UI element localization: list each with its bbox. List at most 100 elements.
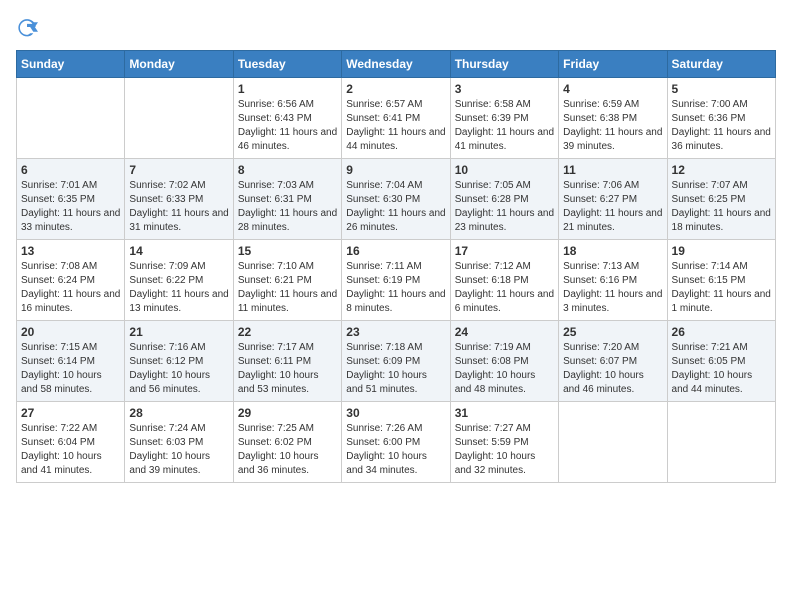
day-info: Sunrise: 7:12 AM Sunset: 6:18 PM Dayligh… [455,260,554,316]
calendar-week-row: 13 Sunrise: 7:08 AM Sunset: 6:24 PM Dayli… [17,240,776,321]
day-number: 29 [238,406,337,420]
calendar-cell: 29 Sunrise: 7:25 AM Sunset: 6:02 PM Dayli… [233,402,341,483]
day-number: 24 [455,325,554,339]
day-number: 21 [129,325,228,339]
calendar-cell: 17 Sunrise: 7:12 AM Sunset: 6:18 PM Dayli… [450,240,558,321]
calendar-cell: 10 Sunrise: 7:05 AM Sunset: 6:28 PM Dayli… [450,159,558,240]
day-info: Sunrise: 7:24 AM Sunset: 6:03 PM Dayligh… [129,422,228,478]
day-number: 17 [455,244,554,258]
calendar-cell: 21Sunrise: 7:16 AM Sunset: 6:12 PM Dayli… [125,321,233,402]
calendar-cell: 12 Sunrise: 7:07 AM Sunset: 6:25 PM Dayli… [667,159,775,240]
calendar-cell: 18 Sunrise: 7:13 AM Sunset: 6:16 PM Dayli… [559,240,667,321]
day-info: Sunrise: 7:19 AM Sunset: 6:08 PM Dayligh… [455,341,554,397]
calendar-cell: 27 Sunrise: 7:22 AM Sunset: 6:04 PM Dayli… [17,402,125,483]
calendar-cell: 5 Sunrise: 7:00 AM Sunset: 6:36 PM Daylig… [667,78,775,159]
calendar-cell: 9 Sunrise: 7:04 AM Sunset: 6:30 PM Daylig… [342,159,450,240]
day-number: 25 [563,325,662,339]
calendar-cell: 20 Sunrise: 7:15 AM Sunset: 6:14 PM Dayli… [17,321,125,402]
calendar-cell: 3 Sunrise: 6:58 AM Sunset: 6:39 PM Daylig… [450,78,558,159]
day-number: 26 [672,325,771,339]
day-number: 5 [672,82,771,96]
weekday-header: Tuesday [233,51,341,78]
day-number: 20 [21,325,120,339]
day-info: Sunrise: 7:04 AM Sunset: 6:30 PM Dayligh… [346,179,445,235]
day-number: 22 [238,325,337,339]
calendar-cell [559,402,667,483]
day-info: Sunrise: 7:17 AM Sunset: 6:11 PM Dayligh… [238,341,337,397]
day-info: Sunrise: 7:15 AM Sunset: 6:14 PM Dayligh… [21,341,120,397]
day-number: 14 [129,244,228,258]
day-number: 28 [129,406,228,420]
weekday-header: Monday [125,51,233,78]
day-info: Sunrise: 7:00 AM Sunset: 6:36 PM Dayligh… [672,98,771,154]
day-number: 18 [563,244,662,258]
day-number: 11 [563,163,662,177]
calendar-cell: 4Sunrise: 6:59 AM Sunset: 6:38 PM Daylig… [559,78,667,159]
logo-icon [16,16,38,38]
calendar-cell: 24 Sunrise: 7:19 AM Sunset: 6:08 PM Dayli… [450,321,558,402]
day-number: 2 [346,82,445,96]
day-info: Sunrise: 7:08 AM Sunset: 6:24 PM Dayligh… [21,260,120,316]
calendar-cell: 31 Sunrise: 7:27 AM Sunset: 5:59 PM Dayli… [450,402,558,483]
calendar-cell: 11Sunrise: 7:06 AM Sunset: 6:27 PM Dayli… [559,159,667,240]
day-info: Sunrise: 7:26 AM Sunset: 6:00 PM Dayligh… [346,422,445,478]
day-number: 30 [346,406,445,420]
page-header [16,16,776,38]
day-number: 4 [563,82,662,96]
calendar-cell: 8 Sunrise: 7:03 AM Sunset: 6:31 PM Daylig… [233,159,341,240]
calendar-cell: 14 Sunrise: 7:09 AM Sunset: 6:22 PM Dayli… [125,240,233,321]
day-info: Sunrise: 7:18 AM Sunset: 6:09 PM Dayligh… [346,341,445,397]
weekday-header: Wednesday [342,51,450,78]
weekday-header: Friday [559,51,667,78]
calendar-week-row: 1 Sunrise: 6:56 AM Sunset: 6:43 PM Daylig… [17,78,776,159]
day-number: 27 [21,406,120,420]
calendar-cell: 26Sunrise: 7:21 AM Sunset: 6:05 PM Dayli… [667,321,775,402]
day-number: 9 [346,163,445,177]
day-info: Sunrise: 6:57 AM Sunset: 6:41 PM Dayligh… [346,98,445,154]
calendar-cell: 15Sunrise: 7:10 AM Sunset: 6:21 PM Dayli… [233,240,341,321]
calendar-cell: 16Sunrise: 7:11 AM Sunset: 6:19 PM Dayli… [342,240,450,321]
calendar-table: SundayMondayTuesdayWednesdayThursdayFrid… [16,50,776,483]
day-number: 8 [238,163,337,177]
day-number: 7 [129,163,228,177]
weekday-header: Saturday [667,51,775,78]
calendar-cell: 28 Sunrise: 7:24 AM Sunset: 6:03 PM Dayli… [125,402,233,483]
calendar-cell: 1 Sunrise: 6:56 AM Sunset: 6:43 PM Daylig… [233,78,341,159]
calendar-cell: 19Sunrise: 7:14 AM Sunset: 6:15 PM Dayli… [667,240,775,321]
weekday-header: Sunday [17,51,125,78]
calendar-cell: 30 Sunrise: 7:26 AM Sunset: 6:00 PM Dayli… [342,402,450,483]
weekday-header-row: SundayMondayTuesdayWednesdayThursdayFrid… [17,51,776,78]
day-info: Sunrise: 7:13 AM Sunset: 6:16 PM Dayligh… [563,260,662,316]
day-info: Sunrise: 6:58 AM Sunset: 6:39 PM Dayligh… [455,98,554,154]
day-info: Sunrise: 7:27 AM Sunset: 5:59 PM Dayligh… [455,422,554,478]
day-number: 10 [455,163,554,177]
calendar-week-row: 20 Sunrise: 7:15 AM Sunset: 6:14 PM Dayli… [17,321,776,402]
day-info: Sunrise: 6:56 AM Sunset: 6:43 PM Dayligh… [238,98,337,154]
day-number: 6 [21,163,120,177]
day-info: Sunrise: 7:03 AM Sunset: 6:31 PM Dayligh… [238,179,337,235]
calendar-cell: 22 Sunrise: 7:17 AM Sunset: 6:11 PM Dayli… [233,321,341,402]
calendar-cell: 6 Sunrise: 7:01 AM Sunset: 6:35 PM Daylig… [17,159,125,240]
calendar-cell: 2 Sunrise: 6:57 AM Sunset: 6:41 PM Daylig… [342,78,450,159]
day-info: Sunrise: 7:09 AM Sunset: 6:22 PM Dayligh… [129,260,228,316]
calendar-week-row: 6 Sunrise: 7:01 AM Sunset: 6:35 PM Daylig… [17,159,776,240]
day-info: Sunrise: 7:02 AM Sunset: 6:33 PM Dayligh… [129,179,228,235]
weekday-header: Thursday [450,51,558,78]
calendar-week-row: 27 Sunrise: 7:22 AM Sunset: 6:04 PM Dayli… [17,402,776,483]
calendar-cell [667,402,775,483]
calendar-cell [17,78,125,159]
day-info: Sunrise: 7:07 AM Sunset: 6:25 PM Dayligh… [672,179,771,235]
day-number: 1 [238,82,337,96]
logo [16,16,42,38]
day-number: 3 [455,82,554,96]
day-info: Sunrise: 7:22 AM Sunset: 6:04 PM Dayligh… [21,422,120,478]
calendar-cell [125,78,233,159]
day-number: 19 [672,244,771,258]
day-info: Sunrise: 7:25 AM Sunset: 6:02 PM Dayligh… [238,422,337,478]
day-number: 13 [21,244,120,258]
day-number: 31 [455,406,554,420]
day-info: Sunrise: 7:05 AM Sunset: 6:28 PM Dayligh… [455,179,554,235]
day-info: Sunrise: 7:01 AM Sunset: 6:35 PM Dayligh… [21,179,120,235]
calendar-cell: 23Sunrise: 7:18 AM Sunset: 6:09 PM Dayli… [342,321,450,402]
day-number: 12 [672,163,771,177]
